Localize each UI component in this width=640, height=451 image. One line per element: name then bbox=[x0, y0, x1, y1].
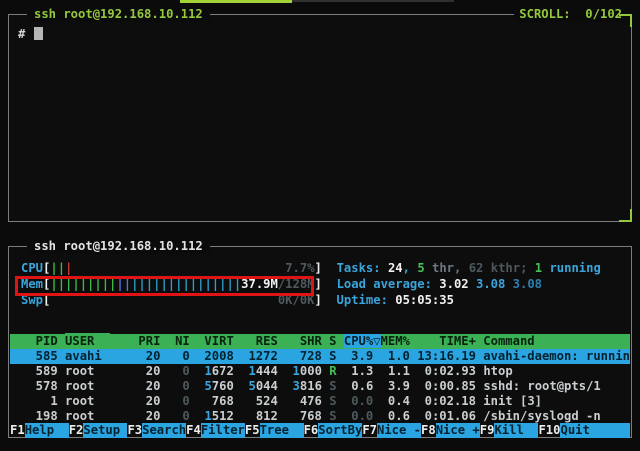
table-row[interactable]: 198 root 20 0 1512 812 768 S 0.0 0.6 0:0… bbox=[10, 409, 630, 424]
process-table-header[interactable]: PID USER PRI NI VIRT RES SHR S CPU%▽MEM%… bbox=[10, 334, 630, 349]
top-terminal-pane[interactable]: ssh root@192.168.10.112 SCROLL: 0/102 # bbox=[8, 14, 632, 222]
htop-tab-bar: Main I/O bbox=[21, 318, 117, 333]
scroll-indicator: SCROLL: 0/102 bbox=[514, 7, 627, 22]
cpu-meter-line: CPU[||| 7.7%] Tasks: 24, 5 thr, 62 kthr;… bbox=[10, 261, 630, 276]
fkey-search[interactable]: F3Search bbox=[127, 423, 186, 438]
fkey-filter[interactable]: F4Filter bbox=[186, 423, 245, 438]
fkey-nice-[interactable]: F8Nice + bbox=[421, 423, 480, 438]
terminal-screen: ssh root@192.168.10.112 SCROLL: 0/102 # … bbox=[0, 0, 640, 451]
fkey-setup[interactable]: F2Setup bbox=[69, 423, 128, 438]
active-pane-corner-icon bbox=[619, 14, 632, 27]
video-progress-artifact-track bbox=[292, 0, 454, 2]
fkey-help[interactable]: F1Help bbox=[10, 423, 69, 438]
bottom-pane-title: ssh root@192.168.10.112 bbox=[27, 239, 210, 254]
swap-meter-line: Swp[ 0K/0K] Uptime: 05:05:35 bbox=[10, 293, 630, 308]
table-row[interactable]: 578 root 20 0 5760 5044 3816 S 0.6 3.9 0… bbox=[10, 379, 630, 394]
top-pane-title: ssh root@192.168.10.112 bbox=[27, 7, 210, 22]
mem-meter-line: Mem[||||||||||||||||||||||||||37.9M/128M… bbox=[10, 277, 630, 292]
table-row-selected[interactable]: 585 avahi 20 0 2008 1272 728 S 3.9 1.0 1… bbox=[10, 349, 630, 364]
bottom-terminal-pane[interactable]: ssh root@192.168.10.112 CPU[||| 7.7%] Ta… bbox=[8, 246, 632, 438]
fkey-quit[interactable]: F10Quit bbox=[538, 423, 630, 438]
fkey-tree[interactable]: F5Tree bbox=[245, 423, 304, 438]
shell-prompt: # bbox=[18, 27, 25, 41]
active-pane-corner-icon bbox=[619, 209, 632, 222]
function-key-bar: F1Help F2Setup F3SearchF4FilterF5Tree F6… bbox=[10, 423, 630, 438]
table-row[interactable]: 589 root 20 0 1672 1444 1000 R 1.3 1.1 0… bbox=[10, 364, 630, 379]
fkey-kill[interactable]: F9Kill bbox=[480, 423, 539, 438]
fkey-nice-[interactable]: F7Nice - bbox=[362, 423, 421, 438]
terminal-cursor bbox=[34, 27, 43, 40]
shell-prompt-line[interactable]: # bbox=[18, 27, 43, 42]
fkey-sortby[interactable]: F6SortBy bbox=[304, 423, 363, 438]
video-progress-artifact bbox=[180, 0, 292, 3]
table-row[interactable]: 1 root 20 0 768 524 476 S 0.0 0.4 0:02.1… bbox=[10, 394, 630, 409]
